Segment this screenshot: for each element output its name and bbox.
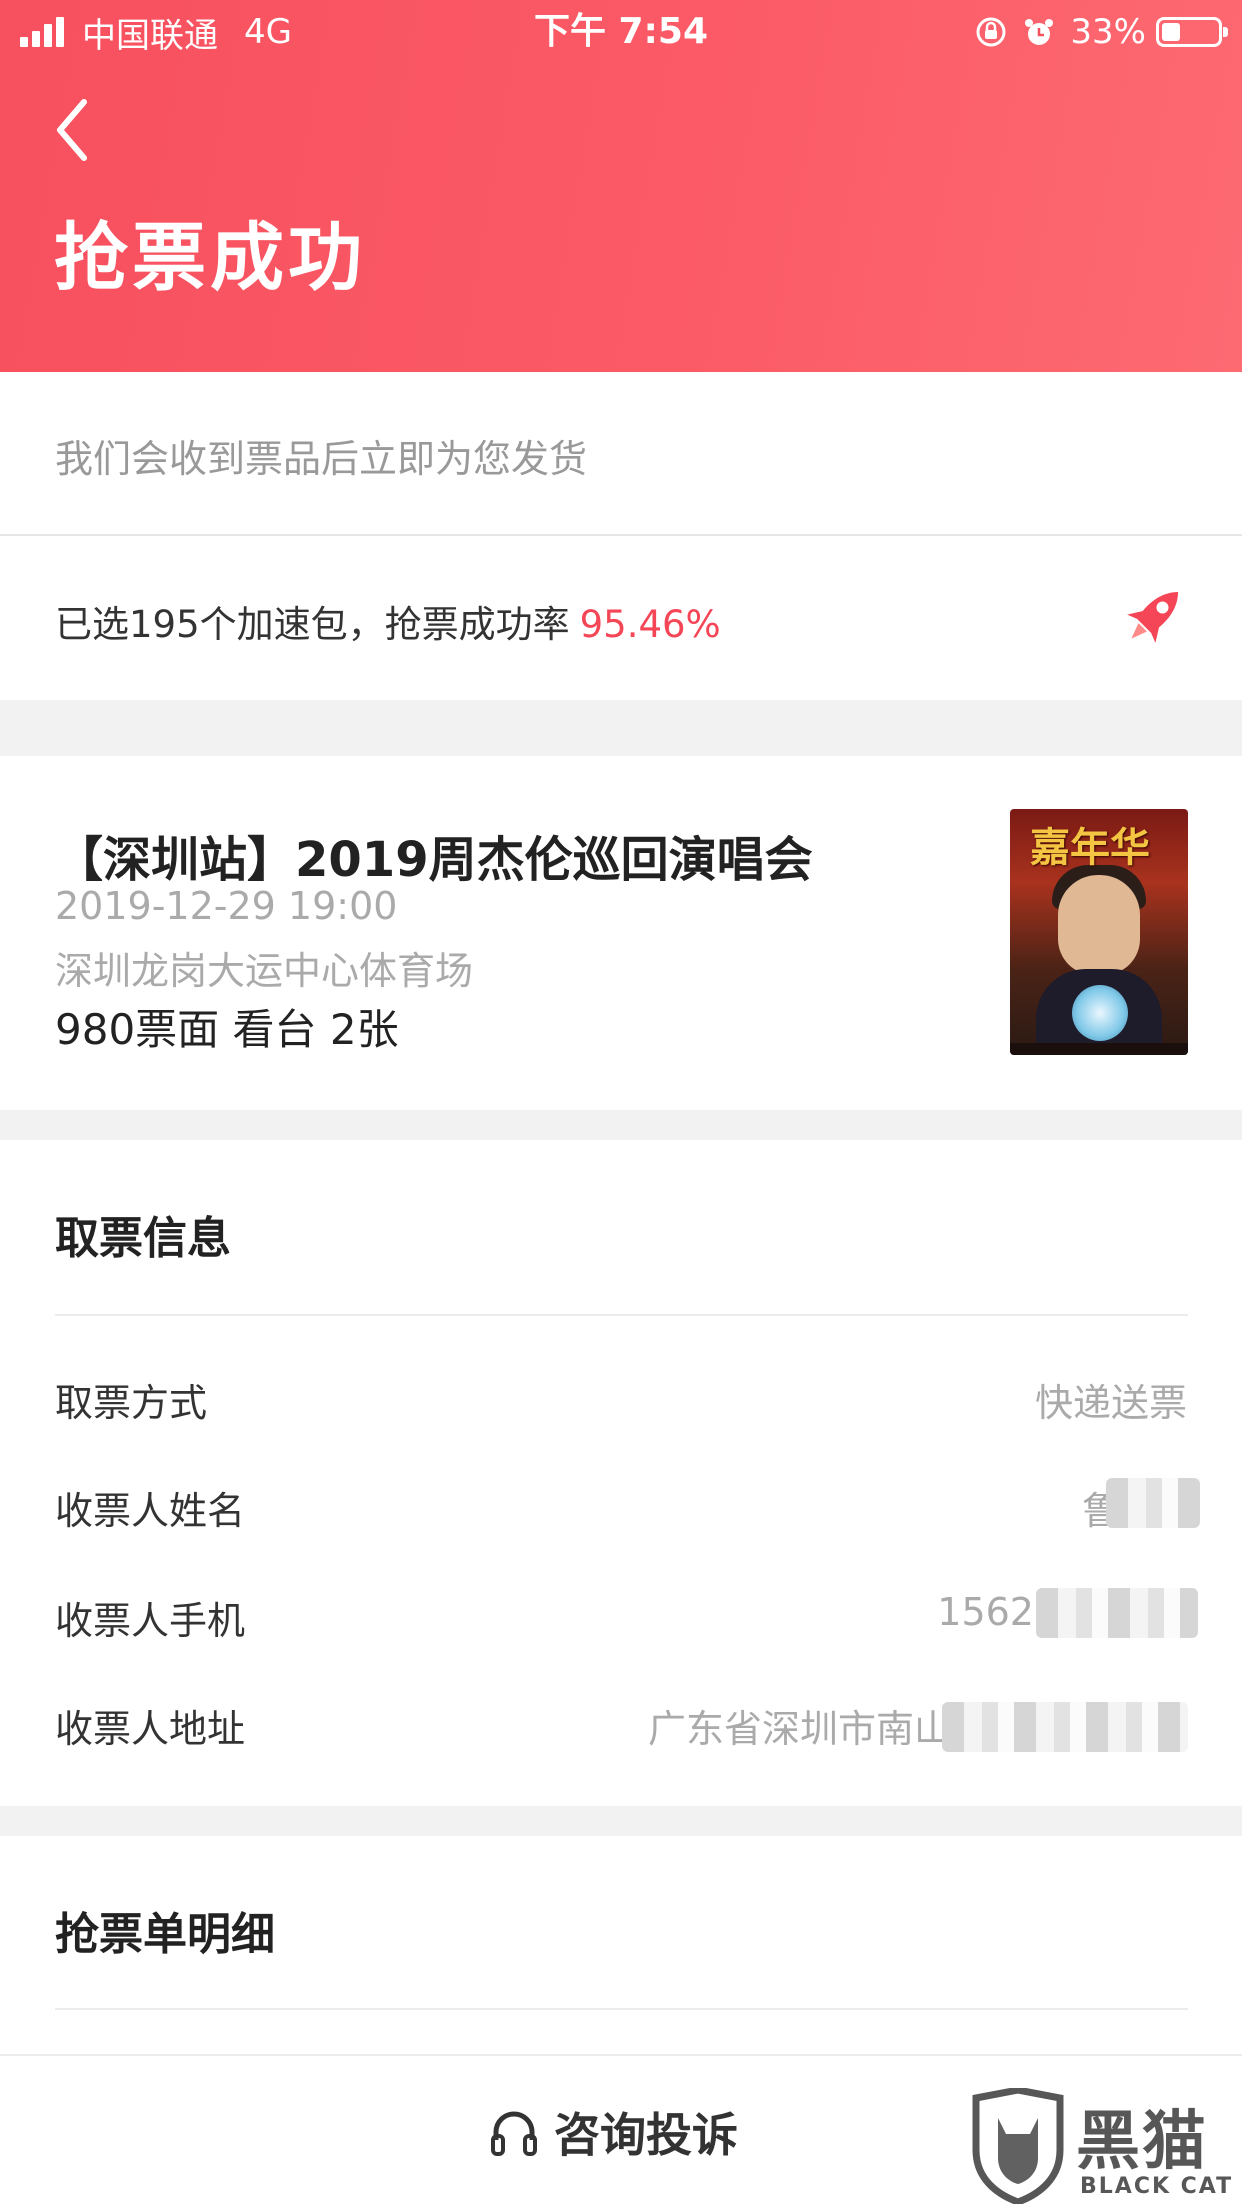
event-ticket-info: 980票面 看台 2张 [55,1005,399,1054]
recipient-address-value: 广东省深圳市南山 [647,1707,952,1751]
pickup-method-value: 快递送票 [1034,1381,1187,1425]
battery-percent: 33% [1070,12,1146,52]
back-button[interactable] [44,90,104,170]
battery-icon [1156,17,1228,47]
poster-title: 嘉年华 [1030,824,1150,871]
event-datetime: 2019-12-29 19:00 [55,884,398,928]
speed-package-text: 已选195个加速包，抢票成功率 95.46% [55,594,721,648]
section-divider [55,1314,1188,1316]
consult-complaint-label: 咨询投诉 [554,2108,738,2162]
status-right: 33% [974,8,1228,56]
watermark-sub: BLACK CAT [1080,2174,1234,2199]
pickup-method-label: 取票方式 [55,1381,208,1425]
chevron-left-icon [57,99,87,161]
success-rate: 95.46% [579,603,721,646]
rocket-icon[interactable] [1116,578,1192,654]
headset-icon [491,2111,537,2156]
blackcat-watermark: 黑猫 BLACK CAT [968,2088,1242,2208]
delivery-hint-text: 我们会收到票品后立即为您发货 [55,437,588,481]
event-poster-image: 嘉年华 [1010,809,1188,1055]
recipient-address-label: 收票人地址 [55,1707,246,1751]
battery-level [1162,23,1180,41]
recipient-phone-label: 收票人手机 [55,1599,246,1643]
event-card[interactable]: 【深圳站】2019周杰伦巡回演唱会 2019-12-29 19:00 深圳龙岗大… [0,756,1242,1110]
rotation-lock-icon [976,17,1006,47]
pickup-info-card: 取票信息 取票方式 快递送票 收票人姓名 鲁 收票人手机 1562 收票人地址 … [0,1140,1242,1806]
privacy-blur [942,1702,1188,1752]
event-title: 【深圳站】2019周杰伦巡回演唱会 [55,832,813,888]
alarm-icon [1025,19,1054,45]
privacy-blur [1106,1478,1200,1528]
section-divider [55,2008,1188,2010]
watermark-name: 黑猫 [1076,2105,1208,2179]
consult-complaint-button[interactable]: 咨询投诉 [488,2100,738,2164]
recipient-phone-value: 1562 [937,1590,1034,1634]
poster-orb [1072,985,1128,1041]
cat-shield-icon [972,2088,1064,2204]
page-title: 抢票成功 [54,215,366,301]
event-venue: 深圳龙岗大运中心体育场 [55,949,474,993]
poster-face [1058,875,1140,975]
header: 中国联通 4G 下午 7:54 33% 抢票成功 [0,0,1242,372]
status-bar: 中国联通 4G 下午 7:54 33% [0,0,1242,64]
recipient-name-label: 收票人姓名 [55,1489,246,1533]
poster-strip [1010,1043,1188,1055]
speed-package-row[interactable]: 已选195个加速包，抢票成功率 95.46% [0,536,1242,700]
delivery-hint-row: 我们会收到票品后立即为您发货 [0,372,1242,536]
privacy-blur [1036,1588,1198,1638]
pickup-section-title: 取票信息 [55,1213,231,1264]
order-detail-title: 抢票单明细 [55,1909,275,1960]
speed-package-label: 已选195个加速包，抢票成功率 [55,603,570,646]
